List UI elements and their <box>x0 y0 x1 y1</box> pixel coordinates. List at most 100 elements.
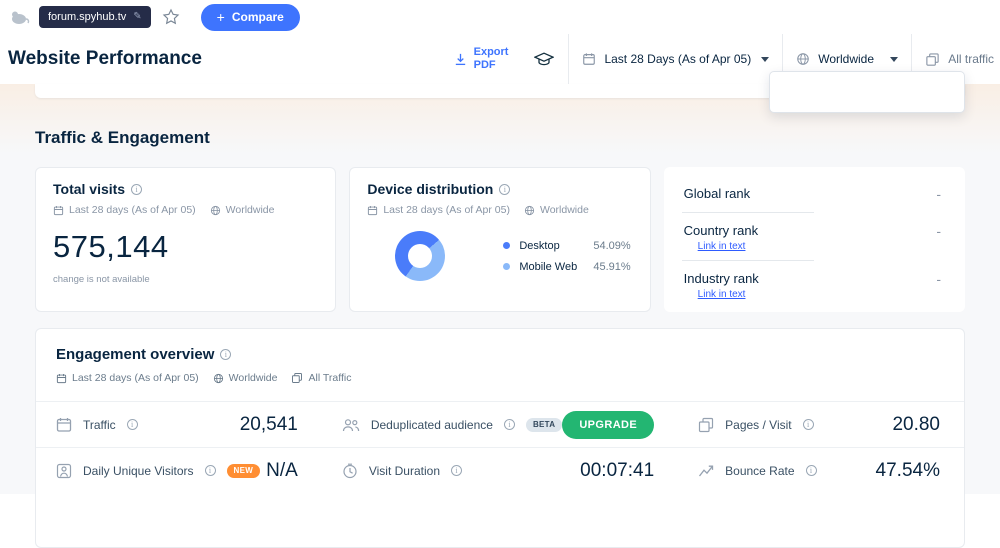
industry-rank-label: Industry rank <box>684 271 759 286</box>
country-rank-label: Country rank <box>684 223 758 238</box>
page-title: Website Performance <box>8 48 202 70</box>
country-rank-row: Country rank Link in text - <box>682 213 947 261</box>
desktop-label: Desktop <box>519 240 587 252</box>
total-visits-value: 575,144 <box>53 229 318 265</box>
pages-per-visit-value: 20.80 <box>892 414 940 436</box>
metric-traffic: Traffic 20,541 <box>36 401 322 447</box>
global-rank-label: Global rank <box>684 186 750 201</box>
info-icon[interactable] <box>499 184 510 195</box>
topbar: forum.spyhub.tv ✎ + Compare <box>0 0 1000 34</box>
metric-visit-duration: Visit Duration 00:07:41 <box>322 447 678 493</box>
device-distribution-date: Last 28 days (As of Apr 05) <box>383 204 510 216</box>
engagement-traffic: All Traffic <box>308 372 351 384</box>
device-distribution-card: Device distribution Last 28 days (As of … <box>349 167 650 312</box>
engagement-geo: Worldwide <box>229 372 278 384</box>
country-rank-value: - <box>936 223 945 239</box>
calendar-icon <box>56 373 67 384</box>
info-icon[interactable] <box>504 419 515 430</box>
edit-icon[interactable]: ✎ <box>133 12 141 22</box>
chevron-down-icon <box>761 57 769 62</box>
industry-rank-row: Industry rank Link in text - <box>682 261 947 309</box>
compare-label: Compare <box>232 10 284 24</box>
info-icon[interactable] <box>451 465 462 476</box>
visit-duration-label: Visit Duration <box>369 464 440 478</box>
total-visits-card: Total visits Last 28 days (As of Apr 05)… <box>35 167 336 312</box>
total-visits-title: Total visits <box>53 181 125 197</box>
legend-item-mobile: Mobile Web 45.91% <box>503 261 630 273</box>
compare-button[interactable]: + Compare <box>201 4 300 31</box>
metric-daily-unique-visitors: Daily Unique Visitors NEW N/A <box>36 447 322 493</box>
daily-unique-visitors-value: N/A <box>266 460 298 482</box>
star-icon[interactable] <box>162 8 180 26</box>
domain-label: forum.spyhub.tv <box>48 11 126 23</box>
export-label-line1: Export <box>474 46 509 58</box>
traffic-value: 20,541 <box>240 414 298 436</box>
academy-icon[interactable] <box>520 52 568 67</box>
calendar-icon <box>367 205 378 216</box>
export-pdf-button[interactable]: Export PDF <box>441 46 521 71</box>
bounce-rate-value: 47.54% <box>876 460 940 482</box>
device-donut-chart <box>395 231 445 281</box>
mobile-value: 45.91% <box>593 261 630 273</box>
desktop-dot-icon <box>503 242 510 249</box>
export-label-line2: PDF <box>474 59 496 71</box>
traffic-channels-icon <box>291 372 303 384</box>
domain-pill[interactable]: forum.spyhub.tv ✎ <box>39 6 151 28</box>
global-rank-value: - <box>936 186 945 202</box>
visit-duration-value: 00:07:41 <box>580 460 654 482</box>
bounce-rate-label: Bounce Rate <box>725 464 794 478</box>
traffic-filter-label: All traffic <box>948 52 994 66</box>
device-legend: Desktop 54.09% Mobile Web 45.91% <box>503 240 630 273</box>
engagement-date: Last 28 days (As of Apr 05) <box>72 372 199 384</box>
daily-unique-visitors-label: Daily Unique Visitors <box>83 464 194 478</box>
globe-icon <box>210 205 221 216</box>
new-badge: NEW <box>227 464 261 478</box>
info-icon[interactable] <box>803 419 814 430</box>
info-icon[interactable] <box>220 349 231 360</box>
content-area: Traffic & Engagement Total visits Last 2… <box>0 84 1000 494</box>
info-icon[interactable] <box>205 465 216 476</box>
country-rank-link[interactable]: Link in text <box>684 241 746 252</box>
globe-icon <box>796 52 810 66</box>
global-rank-row: Global rank - <box>682 176 947 213</box>
engagement-title: Engagement overview <box>56 346 214 363</box>
beta-badge: BETA <box>526 418 562 432</box>
download-icon <box>453 52 468 67</box>
pages-icon <box>698 417 714 433</box>
deduplicated-audience-label: Deduplicated audience <box>371 418 493 432</box>
date-filter-label: Last 28 Days (As of Apr 05) <box>604 52 751 66</box>
audience-icon <box>342 418 360 432</box>
metric-deduplicated-audience: Deduplicated audience BETA UPGRADE <box>322 401 678 447</box>
mobile-dot-icon <box>503 263 510 270</box>
device-distribution-title: Device distribution <box>367 181 493 197</box>
summary-cards-row: Total visits Last 28 days (As of Apr 05)… <box>35 167 965 312</box>
total-visits-note: change is not available <box>53 274 318 285</box>
metrics-grid: Traffic 20,541 Deduplicated audience BET… <box>36 401 964 493</box>
date-filter[interactable]: Last 28 Days (As of Apr 05) <box>569 34 782 84</box>
chevron-down-icon <box>890 57 898 62</box>
device-distribution-geo: Worldwide <box>540 204 589 216</box>
site-favicon-icon <box>10 9 30 25</box>
info-icon[interactable] <box>127 419 138 430</box>
globe-icon <box>213 373 224 384</box>
upgrade-button[interactable]: UPGRADE <box>562 411 654 439</box>
engagement-overview-card: Engagement overview Last 28 days (As of … <box>35 328 965 548</box>
desktop-value: 54.09% <box>593 240 630 252</box>
geo-filter-label: Worldwide <box>818 52 874 66</box>
industry-rank-link[interactable]: Link in text <box>684 289 746 300</box>
traffic-channels-icon <box>925 52 940 67</box>
metric-bounce-rate: Bounce Rate 47.54% <box>678 447 964 493</box>
rank-card: Global rank - Country rank Link in text … <box>664 167 965 312</box>
traffic-label: Traffic <box>83 418 116 432</box>
info-icon[interactable] <box>806 465 817 476</box>
pages-per-visit-label: Pages / Visit <box>725 418 791 432</box>
total-visits-geo: Worldwide <box>226 204 275 216</box>
info-icon[interactable] <box>131 184 142 195</box>
visitor-icon <box>56 463 72 479</box>
bounce-rate-icon <box>698 463 714 479</box>
industry-rank-value: - <box>936 271 945 287</box>
traffic-icon <box>56 417 72 433</box>
legend-item-desktop: Desktop 54.09% <box>503 240 630 252</box>
open-dropdown-panel[interactable] <box>769 71 965 113</box>
plus-icon: + <box>217 9 225 25</box>
